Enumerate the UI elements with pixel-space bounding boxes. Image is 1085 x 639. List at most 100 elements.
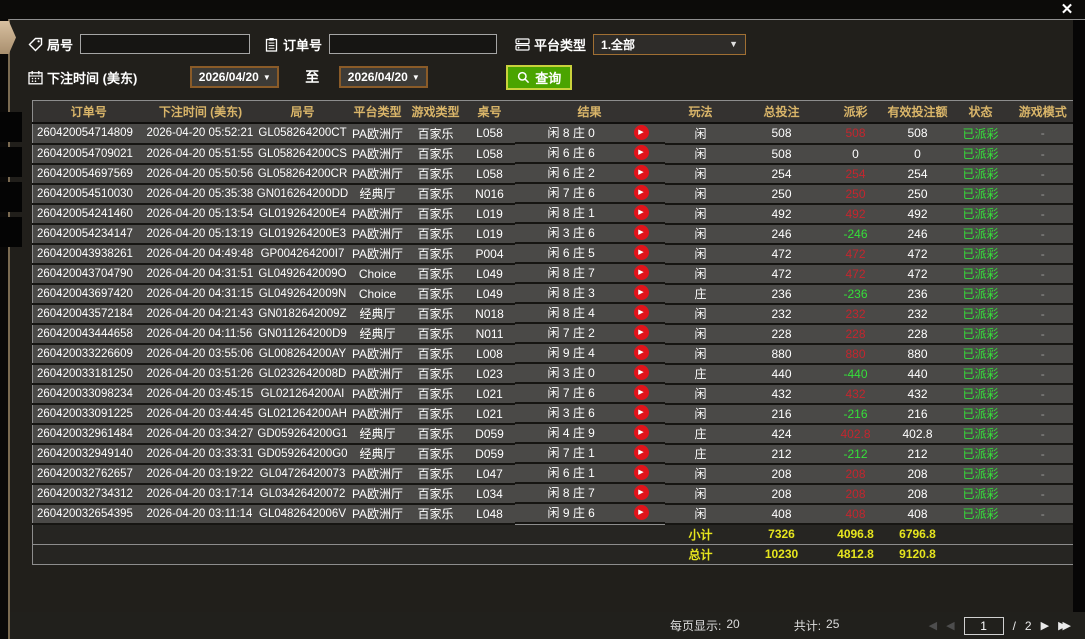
play-icon[interactable]: ▶ xyxy=(634,385,649,400)
col-round-number: 局号 xyxy=(257,101,349,123)
play-icon[interactable]: ▶ xyxy=(634,365,649,380)
cell-payout: -440 xyxy=(827,364,885,384)
cell-round-number: GN016264200DD xyxy=(257,184,349,204)
cell-valid-bet: 246 xyxy=(885,224,951,244)
close-button[interactable]: ✕ xyxy=(1058,1,1076,18)
play-icon[interactable]: ▶ xyxy=(634,465,649,480)
pager: ◀ ◀ 1 / 2 ▶ ▶▶ xyxy=(929,617,1071,635)
cell-result: 闲 7 庄 6 ▶ xyxy=(515,384,665,404)
result-text: 闲 7 庄 6 xyxy=(548,184,628,201)
cell-table-number: L019 xyxy=(465,224,515,244)
play-icon[interactable]: ▶ xyxy=(634,505,649,520)
cell-table-number: L058 xyxy=(465,144,515,164)
cell-status: 已派彩 xyxy=(951,384,1011,404)
cell-play-type: 庄 xyxy=(665,444,737,464)
cell-payout: 492 xyxy=(827,204,885,224)
play-icon[interactable]: ▶ xyxy=(634,225,649,240)
cell-table-number: L058 xyxy=(465,123,515,144)
cell-bet-time: 2026-04-20 05:50:56 xyxy=(145,164,257,184)
play-icon[interactable]: ▶ xyxy=(634,425,649,440)
cell-table-number: L049 xyxy=(465,284,515,304)
play-icon[interactable]: ▶ xyxy=(634,165,649,180)
cell-table-number: N011 xyxy=(465,324,515,344)
cell-bet-time: 2026-04-20 04:11:56 xyxy=(145,324,257,344)
play-icon[interactable]: ▶ xyxy=(634,185,649,200)
play-icon[interactable]: ▶ xyxy=(634,145,649,160)
cell-round-number: GL0492642009N xyxy=(257,284,349,304)
cell-valid-bet: 208 xyxy=(885,484,951,504)
cell-platform-type: PA欧洲厅 xyxy=(349,123,407,144)
result-text: 闲 7 庄 6 xyxy=(548,384,628,401)
round-number-input[interactable] xyxy=(80,34,250,54)
cell-order-number: 260420033098234 xyxy=(33,384,145,404)
next-page-button[interactable]: ▶ xyxy=(1041,619,1049,632)
cell-table-number: L021 xyxy=(465,384,515,404)
cell-status: 已派彩 xyxy=(951,344,1011,364)
cell-play-type: 闲 xyxy=(665,184,737,204)
cell-status: 已派彩 xyxy=(951,404,1011,424)
play-icon[interactable]: ▶ xyxy=(634,205,649,220)
play-icon[interactable]: ▶ xyxy=(634,285,649,300)
order-number-input[interactable] xyxy=(329,34,497,54)
play-icon[interactable]: ▶ xyxy=(634,485,649,500)
total-payout: 4812.8 xyxy=(827,544,885,564)
cell-payout: 232 xyxy=(827,304,885,324)
cell-play-type: 闲 xyxy=(665,264,737,284)
play-icon[interactable]: ▶ xyxy=(634,325,649,340)
cell-round-number: GL058264200CT xyxy=(257,123,349,144)
cell-valid-bet: 492 xyxy=(885,204,951,224)
total-bet: 10230 xyxy=(737,544,827,564)
cell-table-number: P004 xyxy=(465,244,515,264)
cell-result: 闲 3 庄 6 ▶ xyxy=(515,404,665,424)
result-text: 闲 8 庄 3 xyxy=(548,284,628,301)
play-icon[interactable]: ▶ xyxy=(634,125,649,140)
result-text: 闲 6 庄 1 xyxy=(548,464,628,481)
page-input[interactable]: 1 xyxy=(964,617,1004,635)
result-text: 闲 8 庄 7 xyxy=(548,264,628,281)
backdrop-top xyxy=(0,0,1085,19)
prev-page-button[interactable]: ◀ xyxy=(946,619,954,632)
cell-platform-type: 经典厅 xyxy=(349,424,407,444)
cell-platform-type: PA欧洲厅 xyxy=(349,344,407,364)
cell-result: 闲 8 庄 3 ▶ xyxy=(515,284,665,304)
cell-game-type: 百家乐 xyxy=(407,364,465,384)
date-to-picker[interactable]: 2026/04/20 ▼ xyxy=(339,66,428,88)
table-row: 260420043444658 2026-04-20 04:11:56 GN01… xyxy=(33,324,1076,344)
backdrop-block xyxy=(0,182,22,212)
play-icon[interactable]: ▶ xyxy=(634,345,649,360)
table-row: 260420032762657 2026-04-20 03:19:22 GL04… xyxy=(33,464,1076,484)
play-icon[interactable]: ▶ xyxy=(634,265,649,280)
cell-valid-bet: 254 xyxy=(885,164,951,184)
cell-game-type: 百家乐 xyxy=(407,324,465,344)
cell-bet-time: 2026-04-20 03:17:14 xyxy=(145,484,257,504)
cell-game-type: 百家乐 xyxy=(407,304,465,324)
platform-type-select[interactable]: 1.全部 ▼ xyxy=(593,34,746,55)
cell-game-mode: - xyxy=(1011,404,1076,424)
backdrop-block xyxy=(0,147,22,177)
play-icon[interactable]: ▶ xyxy=(634,405,649,420)
play-icon[interactable]: ▶ xyxy=(634,305,649,320)
date-from-picker[interactable]: 2026/04/20 ▼ xyxy=(190,66,279,88)
subtotal-label: 小计 xyxy=(665,524,737,544)
result-text: 闲 6 庄 6 xyxy=(548,144,628,161)
cell-round-number: GD059264200G1 xyxy=(257,424,349,444)
play-icon[interactable]: ▶ xyxy=(634,245,649,260)
table-row: 260420054697569 2026-04-20 05:50:56 GL05… xyxy=(33,164,1076,184)
cell-play-type: 闲 xyxy=(665,484,737,504)
play-icon[interactable]: ▶ xyxy=(634,445,649,460)
result-text: 闲 7 庄 1 xyxy=(548,444,628,461)
cell-payout: 228 xyxy=(827,324,885,344)
cell-round-number: GN011264200D9 xyxy=(257,324,349,344)
first-page-button[interactable]: ◀ xyxy=(929,619,937,632)
search-button[interactable]: 查询 xyxy=(506,65,572,90)
cell-result: 闲 7 庄 2 ▶ xyxy=(515,324,665,344)
cell-payout: 208 xyxy=(827,464,885,484)
cell-game-mode: - xyxy=(1011,264,1076,284)
last-page-button[interactable]: ▶▶ xyxy=(1058,619,1067,632)
cell-result: 闲 3 庄 6 ▶ xyxy=(515,224,665,244)
col-game-type: 游戏类型 xyxy=(407,101,465,123)
filter-row-1: 局号 订单号 平台类型 1.全部 ▼ xyxy=(28,32,746,56)
cell-game-type: 百家乐 xyxy=(407,164,465,184)
cell-order-number: 260420054709021 xyxy=(33,144,145,164)
backdrop-block xyxy=(0,112,22,142)
